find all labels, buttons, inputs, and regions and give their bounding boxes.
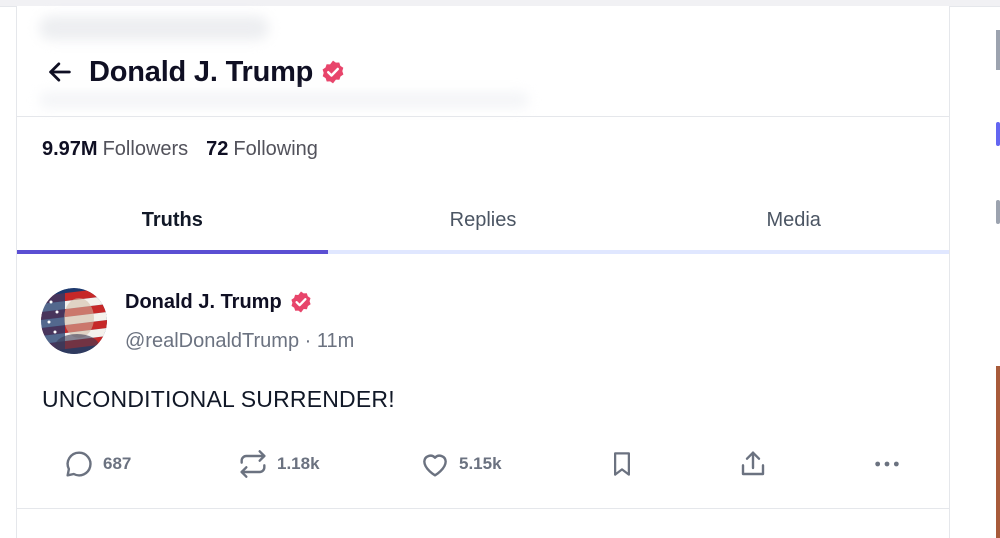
back-button[interactable] xyxy=(43,55,77,89)
blurred-header-region xyxy=(39,16,269,40)
sidebar-fragment xyxy=(996,30,1000,70)
bookmark-icon xyxy=(614,452,630,476)
reply-count: 687 xyxy=(103,454,132,473)
followers-link[interactable]: 9.97M Followers xyxy=(42,138,188,161)
post-text: UNCONDITIONAL SURRENDER! xyxy=(42,386,395,412)
following-count: 72 xyxy=(206,138,229,160)
retruth-button[interactable]: 1.18k xyxy=(237,444,320,484)
retruth-count: 1.18k xyxy=(277,454,320,473)
followers-count: 9.97M xyxy=(42,138,98,160)
more-icon xyxy=(875,461,899,467)
heart-icon xyxy=(423,454,447,477)
profile-tabs: Truths Replies Media xyxy=(17,194,949,254)
share-button[interactable] xyxy=(737,444,769,484)
sidebar-fragment xyxy=(996,200,1000,224)
follow-stats: 9.97M Followers 72 Following xyxy=(42,138,318,161)
bookmark-button[interactable] xyxy=(607,444,637,484)
profile-column: Donald J. Trump 9.97M Followers 72 Followi… xyxy=(16,6,950,538)
like-button[interactable]: 5.15k xyxy=(419,444,502,484)
repost-icon xyxy=(240,450,266,478)
truth-post[interactable]: Donald J. Trump @realDonaldTrump · 11m U… xyxy=(17,258,949,510)
sidebar-image-fragment xyxy=(996,366,1000,538)
reply-button[interactable]: 687 xyxy=(63,444,131,484)
post-handle-time[interactable]: @realDonaldTrump · 11m xyxy=(125,330,354,353)
post-actions: 687 1.18k 5.15k xyxy=(17,444,949,484)
tab-media[interactable]: Media xyxy=(638,194,949,254)
like-count: 5.15k xyxy=(459,454,502,473)
tab-replies[interactable]: Replies xyxy=(328,194,639,254)
divider xyxy=(17,116,949,117)
avatar[interactable] xyxy=(41,288,107,354)
profile-name: Donald J. Trump xyxy=(89,55,314,88)
post-author-name: Donald J. Trump xyxy=(125,290,282,313)
more-button[interactable] xyxy=(871,444,903,484)
verified-badge-icon xyxy=(289,290,313,314)
profile-header: Donald J. Trump xyxy=(43,50,346,94)
share-icon xyxy=(741,451,765,476)
active-tab-indicator xyxy=(17,250,328,254)
blurred-subtitle-region xyxy=(39,92,529,108)
verified-badge-icon xyxy=(320,59,346,85)
following-link[interactable]: 72 Following xyxy=(206,138,318,161)
divider xyxy=(17,508,949,509)
comment-icon xyxy=(66,451,92,477)
post-author[interactable]: Donald J. Trump xyxy=(125,290,313,314)
followers-label: Followers xyxy=(102,138,189,160)
tab-truths[interactable]: Truths xyxy=(17,194,328,254)
arrow-left-icon xyxy=(49,62,71,82)
sidebar-fragment xyxy=(996,122,1000,146)
following-label: Following xyxy=(233,138,318,160)
